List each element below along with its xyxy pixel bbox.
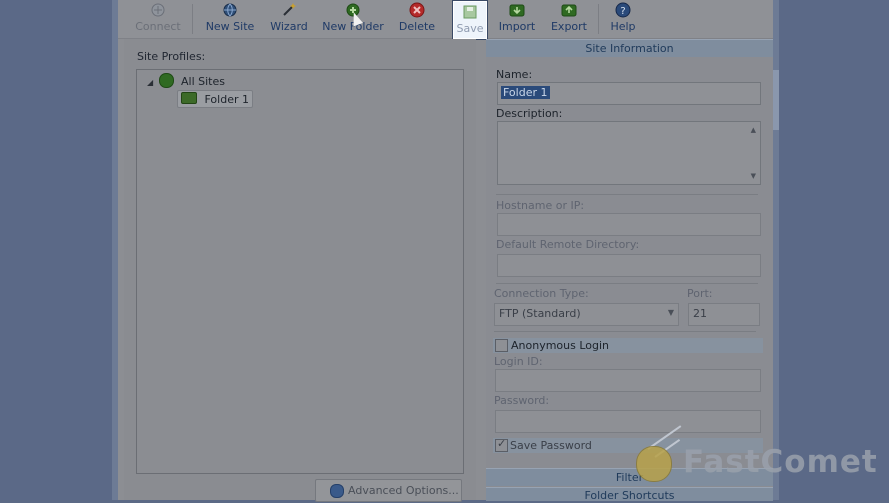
password-label: Password: <box>494 394 550 407</box>
tree-item-label: All Sites <box>181 75 225 88</box>
description-label: Description: <box>496 107 563 120</box>
site-tree[interactable]: ◢ All Sites Folder 1 <box>136 69 464 474</box>
checkmark-icon: ✓ <box>497 437 507 450</box>
divider <box>494 331 756 332</box>
folder-shortcuts-header[interactable]: Folder Shortcuts <box>486 487 773 502</box>
login-id-label: Login ID: <box>494 355 543 368</box>
connect-label: Connect <box>135 20 181 33</box>
port-label: Port: <box>687 287 713 300</box>
site-profiles-label: Site Profiles: <box>137 50 206 63</box>
connection-type-value: FTP (Standard) <box>499 307 581 320</box>
name-field[interactable]: Folder 1 <box>497 82 761 105</box>
scroll-down-icon[interactable]: ▼ <box>751 172 756 180</box>
remote-directory-input[interactable] <box>497 254 761 277</box>
new-site-label: New Site <box>205 20 255 33</box>
login-id-input[interactable] <box>495 369 761 392</box>
watermark-text: FastComet <box>683 444 878 480</box>
connection-type-select[interactable]: FTP (Standard) ▼ <box>494 303 679 326</box>
new-site-button[interactable]: New Site <box>202 0 258 38</box>
export-icon <box>561 4 577 17</box>
wizard-label: Wizard <box>270 20 308 33</box>
delete-icon <box>409 2 425 18</box>
svg-text:?: ? <box>620 6 625 17</box>
scroll-up-icon[interactable]: ▲ <box>751 126 756 134</box>
connect-button[interactable]: Connect <box>130 0 186 38</box>
toolbar: Connect New Site Wizard New Folder Delet… <box>118 0 773 39</box>
import-icon <box>509 4 525 17</box>
remote-directory-label: Default Remote Directory: <box>496 238 640 251</box>
export-label: Export <box>550 20 587 33</box>
delete-button[interactable]: Delete <box>394 0 440 38</box>
import-button[interactable]: Import <box>494 0 540 38</box>
tree-item-folder-1[interactable]: Folder 1 <box>177 90 253 108</box>
anonymous-login-checkbox[interactable] <box>495 339 508 352</box>
floppy-disk-icon <box>463 5 477 19</box>
chevron-down-icon: ▼ <box>667 308 674 317</box>
divider <box>496 283 758 284</box>
connect-icon <box>151 3 165 17</box>
globe-icon <box>223 3 237 17</box>
save-label: Save <box>456 22 484 35</box>
toolbar-separator <box>192 4 193 34</box>
export-button[interactable]: Export <box>546 0 592 38</box>
tree-item-all-sites[interactable]: ◢ All Sites <box>147 73 225 88</box>
help-label: Help <box>610 20 636 33</box>
folder-icon <box>181 92 197 104</box>
name-value: Folder 1 <box>501 86 550 99</box>
window-scroll-edge <box>773 70 779 130</box>
delete-label: Delete <box>398 20 436 33</box>
hostname-input[interactable] <box>497 213 761 236</box>
advanced-options-button[interactable]: Advanced Options... <box>315 479 462 502</box>
save-password-label: Save Password <box>510 439 592 452</box>
fastcomet-logo-icon <box>636 446 672 482</box>
name-label: Name: <box>496 68 533 81</box>
port-input[interactable]: 21 <box>688 303 760 326</box>
advanced-options-label: Advanced Options... <box>348 484 459 497</box>
sites-icon <box>158 73 174 88</box>
left-background <box>0 0 112 500</box>
collapse-triangle-icon[interactable]: ◢ <box>147 78 155 87</box>
site-information-header[interactable]: Site Information <box>486 39 773 57</box>
globe-icon <box>330 484 344 498</box>
help-button[interactable]: ? Help <box>606 0 640 38</box>
toolbar-separator <box>598 4 599 34</box>
right-background <box>779 0 889 500</box>
save-password-checkbox[interactable]: ✓ <box>495 437 508 452</box>
port-value: 21 <box>693 307 707 320</box>
password-input[interactable] <box>495 410 761 433</box>
anonymous-login-label: Anonymous Login <box>511 339 610 352</box>
divider <box>496 194 758 195</box>
hostname-label: Hostname or IP: <box>496 199 585 212</box>
help-icon: ? <box>615 2 631 18</box>
description-textarea[interactable]: ▲ ▼ <box>497 121 761 185</box>
wand-icon <box>283 3 296 16</box>
tree-item-label: Folder 1 <box>204 93 250 106</box>
connection-type-label: Connection Type: <box>494 287 589 300</box>
save-button[interactable]: Save <box>453 1 487 39</box>
wizard-button[interactable]: Wizard <box>264 0 314 38</box>
import-label: Import <box>498 20 536 33</box>
